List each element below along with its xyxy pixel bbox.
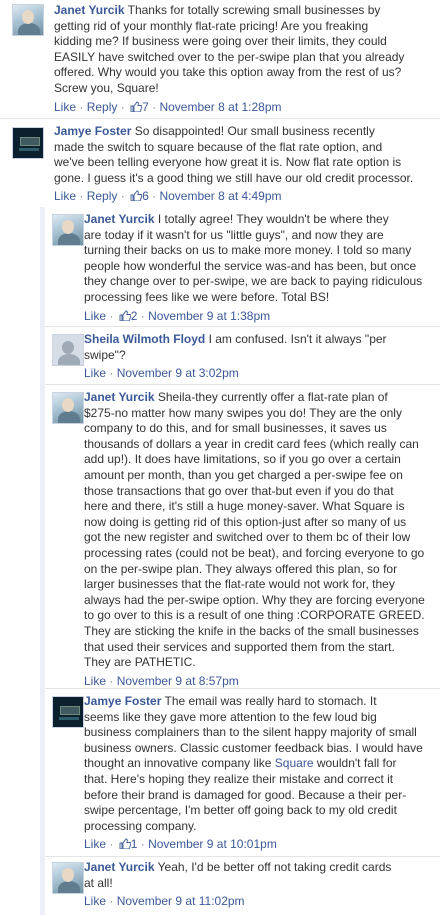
thumbs-up-icon [130, 190, 143, 202]
like-link[interactable]: Like [84, 837, 106, 851]
divider [45, 856, 440, 857]
timestamp[interactable]: November 9 at 1:38pm [148, 309, 270, 323]
like-count[interactable]: 6 [128, 189, 152, 203]
comment-text: Sheila-they currently offer a flat-rate … [84, 390, 425, 670]
divider [45, 326, 440, 327]
separator: · [109, 308, 114, 323]
reply-thread-rail [40, 207, 45, 915]
comment-actions: Like · 1 · November 9 at 10:01pm [84, 837, 434, 852]
comment-author[interactable]: Jamye Foster [84, 694, 161, 708]
like-count-number: 6 [142, 189, 149, 204]
like-link[interactable]: Like [84, 674, 106, 688]
avatar[interactable] [52, 696, 84, 728]
like-count-number: 2 [130, 308, 138, 323]
separator: · [152, 189, 157, 204]
comment-actions: Like · November 9 at 8:57pm [84, 674, 434, 689]
comment-actions: Like · November 9 at 11:02pm [84, 894, 434, 909]
divider [0, 118, 440, 119]
square-page-link[interactable]: Square [275, 756, 314, 770]
timestamp[interactable]: November 9 at 3:02pm [117, 366, 239, 380]
thumbs-up-icon [119, 310, 131, 321]
like-count-number: 1 [130, 837, 138, 852]
separator: · [109, 366, 114, 381]
comment-actions: Like · Reply · 7 · November 8 at 1:28pm [54, 100, 434, 115]
comment-author[interactable]: Janet Yurcik [54, 3, 125, 17]
like-link[interactable]: Like [84, 309, 106, 323]
thumbs-up-icon [119, 838, 131, 850]
divider [45, 384, 440, 385]
avatar[interactable] [52, 862, 84, 894]
comment-author[interactable]: Jamye Foster [54, 124, 131, 138]
separator: · [140, 308, 145, 323]
avatar[interactable] [52, 214, 84, 246]
separator: · [109, 837, 114, 852]
like-link[interactable]: Like [54, 189, 76, 203]
separator: · [79, 99, 84, 114]
reply-link[interactable]: Reply [87, 189, 118, 203]
comment-author[interactable]: Janet Yurcik [84, 860, 155, 874]
reply-link[interactable]: Reply [87, 100, 118, 114]
divider [45, 688, 440, 689]
like-count[interactable]: 2 [117, 309, 141, 323]
timestamp[interactable]: November 9 at 8:57pm [117, 674, 239, 688]
separator: · [140, 837, 145, 852]
avatar[interactable] [52, 334, 84, 366]
comment-actions: Like · November 9 at 3:02pm [84, 366, 434, 381]
separator: · [120, 99, 125, 114]
comment-actions: Like · Reply · 6 · November 8 at 4:49pm [54, 189, 434, 204]
timestamp[interactable]: November 9 at 11:02pm [117, 894, 245, 908]
separator: · [152, 99, 157, 114]
separator: · [109, 673, 114, 688]
timestamp[interactable]: November 8 at 4:49pm [159, 189, 281, 203]
like-count[interactable]: 7 [128, 100, 152, 114]
timestamp[interactable]: November 8 at 1:28pm [159, 100, 281, 114]
comment-author[interactable]: Sheila Wilmoth Floyd [84, 332, 205, 346]
like-count[interactable]: 1 [117, 837, 141, 851]
separator: · [79, 189, 84, 204]
avatar[interactable] [12, 4, 44, 36]
like-count-number: 7 [142, 99, 149, 114]
comment-author[interactable]: Janet Yurcik [84, 390, 155, 404]
comment-author[interactable]: Janet Yurcik [84, 212, 155, 226]
thumbs-up-icon [130, 101, 143, 112]
separator: · [120, 189, 125, 204]
avatar[interactable] [52, 392, 84, 424]
like-link[interactable]: Like [84, 894, 106, 908]
like-link[interactable]: Like [84, 366, 106, 380]
avatar[interactable] [12, 127, 44, 159]
comment-actions: Like · 2 · November 9 at 1:38pm [84, 309, 434, 324]
separator: · [109, 894, 114, 909]
timestamp[interactable]: November 9 at 10:01pm [148, 837, 277, 851]
like-link[interactable]: Like [54, 100, 76, 114]
